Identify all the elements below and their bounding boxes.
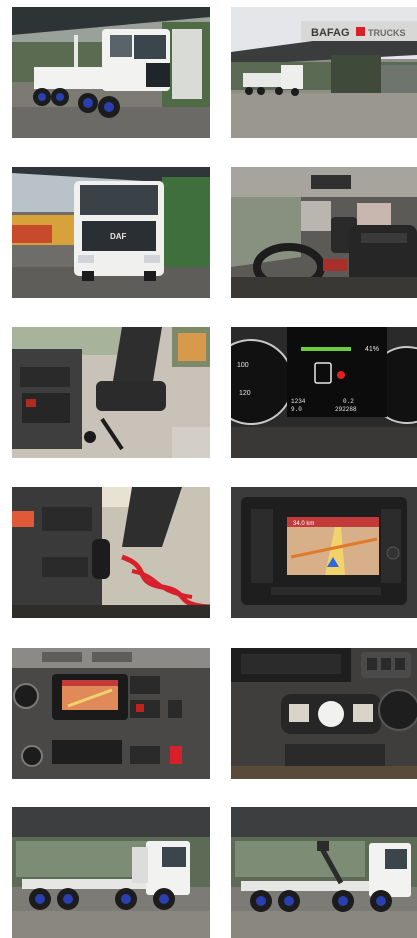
photo-truck-side-left[interactable] xyxy=(12,807,210,938)
photo-cab-interior-gear-lever[interactable] xyxy=(12,487,210,618)
cluster-percent: 41% xyxy=(365,346,379,353)
cluster-temp: 0.2 xyxy=(343,398,354,405)
gauge-label-100: 100 xyxy=(237,362,249,369)
photo-dashboard-switch-panel[interactable] xyxy=(231,648,417,779)
photo-dashboard-center-stack[interactable] xyxy=(12,648,210,779)
photo-cab-interior-center-console[interactable] xyxy=(12,327,210,458)
cluster-odometer: 1234 xyxy=(291,398,306,405)
cluster-trip: 9.0 xyxy=(291,406,302,413)
photo-cab-interior-steering[interactable] xyxy=(231,167,417,298)
photo-instrument-cluster[interactable]: 100 120 41% 1234 9.0 0.2 292288 xyxy=(231,327,417,458)
photo-gallery: BAFAG TRUCKS DAF 100 120 41% 1234 9.0 0.… xyxy=(0,0,417,938)
nav-header-text: 34.0 km xyxy=(293,521,314,527)
grille-badge: DAF xyxy=(110,232,127,241)
photo-truck-side-right[interactable] xyxy=(231,807,417,938)
photo-truck-front[interactable]: DAF xyxy=(12,167,210,298)
photo-navigation-display[interactable]: 34.0 km xyxy=(231,487,417,618)
photo-dealership-exterior[interactable]: BAFAG TRUCKS xyxy=(231,7,417,138)
gauge-label-120: 120 xyxy=(239,390,251,397)
cluster-total: 292288 xyxy=(335,406,357,413)
photo-truck-front-three-quarter[interactable] xyxy=(12,7,210,138)
dealer-sign-text: BAFAG xyxy=(311,27,350,39)
dealer-sign-suffix: TRUCKS xyxy=(368,28,406,38)
